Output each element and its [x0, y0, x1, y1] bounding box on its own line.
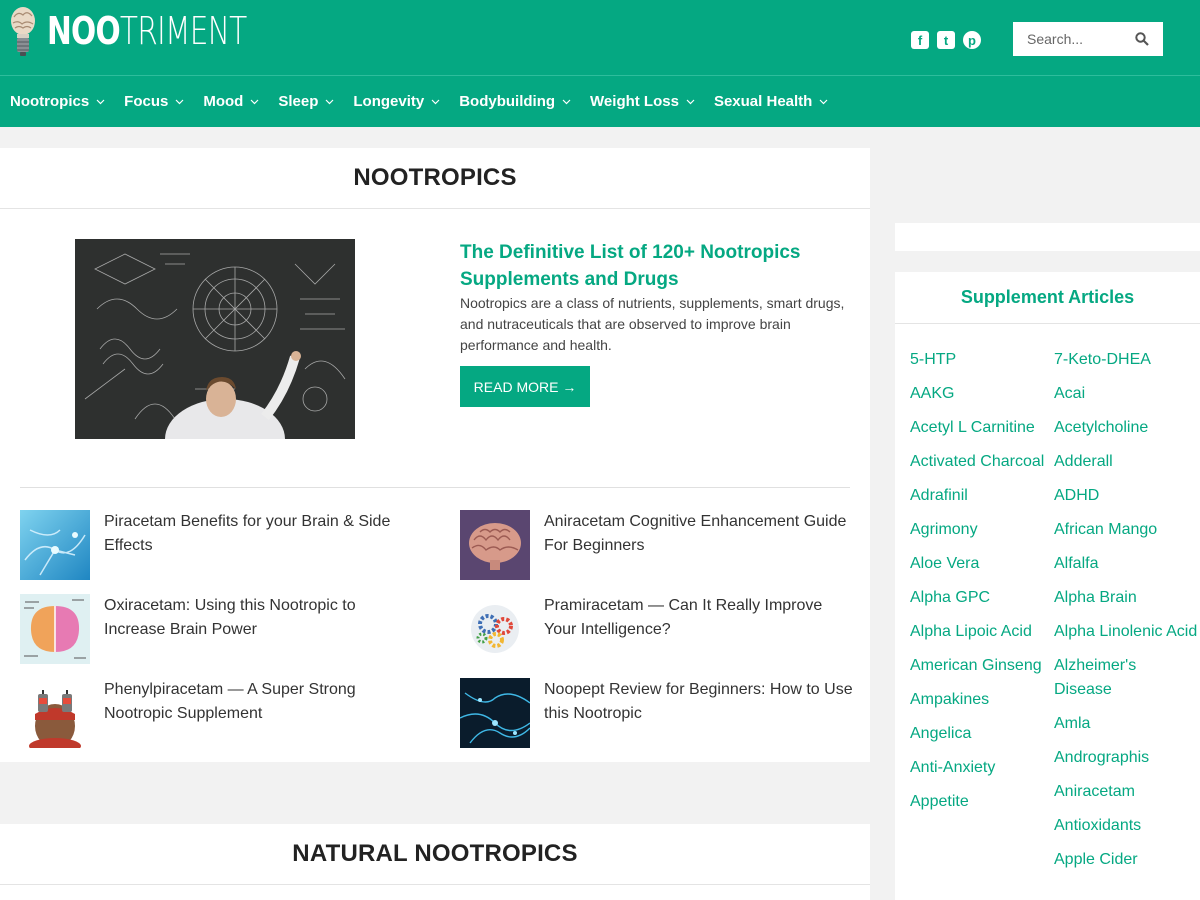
sidebar-widget-empty — [895, 223, 1200, 251]
supplement-link[interactable]: Alpha Brain — [1054, 586, 1198, 610]
post-title[interactable]: Phenylpiracetam — A Super Strong Nootrop… — [104, 678, 414, 726]
supplement-link[interactable]: Anti-Anxiety — [910, 756, 1054, 780]
supplement-link[interactable]: Agrimony — [910, 518, 1054, 542]
post-title[interactable]: Pramiracetam — Can It Really Improve You… — [544, 594, 854, 642]
post-title[interactable]: Noopept Review for Beginners: How to Use… — [544, 678, 854, 726]
supplement-link[interactable]: Alpha GPC — [910, 586, 1054, 610]
list-item[interactable]: Pramiracetam — Can It Really Improve You… — [460, 594, 860, 664]
logo-wordmark: NOOTRIMENT — [47, 9, 247, 53]
nav-item-longevity[interactable]: Longevity — [353, 93, 440, 110]
supplement-link[interactable]: Acai — [1054, 382, 1198, 406]
nav-item-mood[interactable]: Mood — [203, 93, 259, 110]
nav-item-sleep[interactable]: Sleep — [278, 93, 334, 110]
thumb-brain[interactable] — [460, 510, 530, 580]
supplement-link[interactable]: 5-HTP — [910, 348, 1054, 372]
thumb-neural-network[interactable] — [460, 678, 530, 748]
supplement-link[interactable]: Adderall — [1054, 450, 1198, 474]
chevron-down-icon — [250, 99, 259, 104]
supplement-link[interactable]: Alpha Lipoic Acid — [910, 620, 1054, 644]
supplement-link[interactable]: Ampakines — [910, 688, 1054, 712]
facebook-icon[interactable]: f — [911, 31, 929, 49]
chevron-down-icon — [431, 99, 440, 104]
post-title[interactable]: Oxiracetam: Using this Nootropic to Incr… — [104, 594, 414, 642]
divider — [20, 487, 850, 488]
supplement-link[interactable]: Activated Charcoal — [910, 450, 1054, 474]
nav-item-weight-loss[interactable]: Weight Loss — [590, 93, 695, 110]
supplement-link[interactable]: Amla — [1054, 712, 1198, 736]
site-logo[interactable]: NOOTRIMENT — [8, 4, 303, 58]
featured-image-chalkboard[interactable] — [75, 239, 355, 439]
thumb-man-with-bottles[interactable] — [20, 678, 90, 748]
nav-item-nootropics[interactable]: Nootropics — [10, 93, 105, 110]
nav-label: Sleep — [278, 93, 319, 110]
read-more-button[interactable]: READ MORE → — [460, 366, 590, 407]
list-item[interactable]: Noopept Review for Beginners: How to Use… — [460, 678, 860, 748]
supplement-link[interactable]: Angelica — [910, 722, 1054, 746]
sidebar-supplement-articles: Supplement Articles 5-HTP AAKG Acetyl L Ca… — [895, 272, 1200, 900]
supplement-link[interactable]: Adrafinil — [910, 484, 1054, 508]
supplement-link[interactable]: AAKG — [910, 382, 1054, 406]
post-title[interactable]: Aniracetam Cognitive Enhancement Guide F… — [544, 510, 854, 558]
nav-label: Longevity — [353, 93, 425, 110]
search-input[interactable] — [1027, 23, 1139, 55]
supplement-link[interactable]: Aloe Vera — [910, 552, 1054, 576]
search-box — [1013, 22, 1163, 56]
supplement-link[interactable]: Apple Cider — [1054, 848, 1198, 872]
supplement-link[interactable]: Aniracetam — [1054, 780, 1198, 804]
chevron-down-icon — [175, 99, 184, 104]
main-nav: Nootropics Focus Mood Sleep Longevity Bo… — [0, 75, 1200, 127]
thumb-gears-head[interactable] — [460, 594, 530, 664]
supplement-link[interactable]: Alzheimer's Disease — [1054, 654, 1198, 702]
chevron-down-icon — [96, 99, 105, 104]
supplement-link[interactable]: 7-Keto-DHEA — [1054, 348, 1198, 372]
nav-item-sexual-health[interactable]: Sexual Health — [714, 93, 828, 110]
nav-item-focus[interactable]: Focus — [124, 93, 184, 110]
nav-label: Bodybuilding — [459, 93, 556, 110]
site-header: NOOTRIMENT f t p — [0, 0, 1200, 75]
chevron-down-icon — [819, 99, 828, 104]
list-item[interactable]: Phenylpiracetam — A Super Strong Nootrop… — [20, 678, 420, 748]
thumb-neurons-blue[interactable] — [20, 510, 90, 580]
chevron-down-icon — [325, 99, 334, 104]
nav-item-bodybuilding[interactable]: Bodybuilding — [459, 93, 571, 110]
nav-label: Sexual Health — [713, 93, 813, 110]
nav-label: Nootropics — [10, 93, 90, 110]
nootropics-section: NOOTROPICS The Definitive List of 120+ N… — [0, 148, 870, 762]
section-title: NOOTROPICS — [0, 148, 870, 209]
supplement-link-grid: 5-HTP AAKG Acetyl L Carnitine Activated Cha… — [910, 348, 1198, 882]
list-item[interactable]: Oxiracetam: Using this Nootropic to Incr… — [20, 594, 420, 664]
social-links: f t p — [911, 31, 981, 49]
nav-label: Mood — [203, 93, 244, 110]
featured-article-title[interactable]: The Definitive List of 120+ Nootropics S… — [460, 239, 850, 293]
supplement-link[interactable]: Acetyl L Carnitine — [910, 416, 1054, 440]
natural-nootropics-section: NATURAL NOOTROPICS — [0, 824, 870, 900]
supplement-link[interactable]: ADHD — [1054, 484, 1198, 508]
supplement-link[interactable]: Acetylcholine — [1054, 416, 1198, 440]
search-icon[interactable] — [1135, 32, 1149, 46]
supplement-link[interactable]: Appetite — [910, 790, 1054, 814]
supplement-link[interactable]: Antioxidants — [1054, 814, 1198, 838]
nav-label: Focus — [124, 93, 169, 110]
featured-article-excerpt: Nootropics are a class of nutrients, sup… — [460, 295, 845, 353]
twitter-icon[interactable]: t — [937, 31, 955, 49]
list-item[interactable]: Aniracetam Cognitive Enhancement Guide F… — [460, 510, 860, 580]
lightbulb-brain-icon — [11, 7, 35, 56]
thumb-brain-hemispheres[interactable] — [20, 594, 90, 664]
supplement-column-left: 5-HTP AAKG Acetyl L Carnitine Activated Cha… — [910, 348, 1054, 882]
chevron-down-icon — [686, 99, 695, 104]
chevron-down-icon — [562, 99, 571, 104]
supplement-link[interactable]: African Mango — [1054, 518, 1198, 542]
supplement-column-right: 7-Keto-DHEA Acai Acetylcholine Adderall ADHD… — [1054, 348, 1198, 882]
supplement-link[interactable]: Alfalfa — [1054, 552, 1198, 576]
chalkboard-illustration — [75, 239, 355, 439]
sidebar-title: Supplement Articles — [895, 272, 1200, 324]
section-title: NATURAL NOOTROPICS — [0, 824, 870, 885]
nav-label: Weight Loss — [590, 93, 679, 110]
post-title[interactable]: Piracetam Benefits for your Brain & Side… — [104, 510, 414, 558]
supplement-link[interactable]: Alpha Linolenic Acid — [1054, 620, 1198, 644]
pinterest-icon[interactable]: p — [963, 31, 981, 49]
list-item[interactable]: Piracetam Benefits for your Brain & Side… — [20, 510, 420, 580]
supplement-link[interactable]: Andrographis — [1054, 746, 1198, 770]
supplement-link[interactable]: American Ginseng — [910, 654, 1054, 678]
